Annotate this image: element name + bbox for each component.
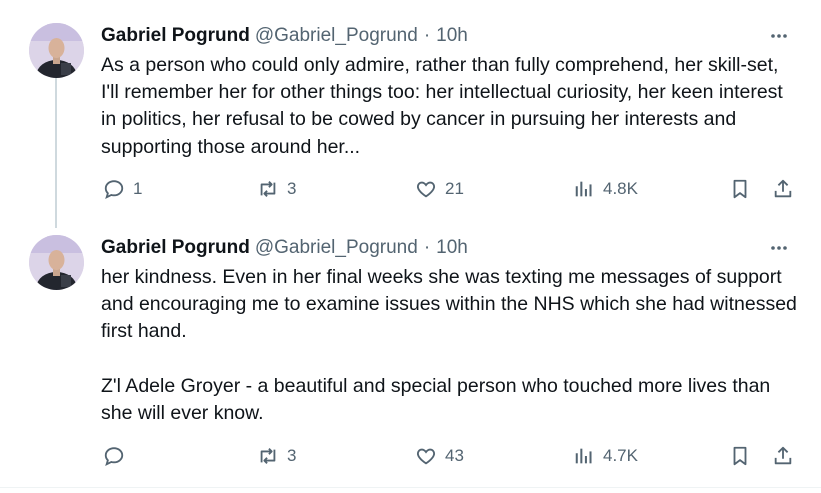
- timestamp[interactable]: 10h: [436, 25, 468, 47]
- tweet[interactable]: Gabriel Pogrund @Gabriel_Pogrund · 10h A…: [0, 0, 821, 228]
- share-icon: [774, 446, 792, 465]
- like-count: 43: [445, 446, 464, 465]
- tweet-header: Gabriel Pogrund @Gabriel_Pogrund · 10h: [101, 23, 468, 49]
- timestamp[interactable]: 10h: [436, 237, 468, 259]
- bookmark-icon: [733, 446, 747, 466]
- repost-button[interactable]: 3: [257, 441, 296, 471]
- views-count: 4.7K: [603, 446, 638, 465]
- author-handle[interactable]: @Gabriel_Pogrund: [255, 25, 418, 47]
- repost-button[interactable]: 3: [257, 174, 296, 204]
- bookmark-button[interactable]: [729, 441, 751, 471]
- tweet-text: As a person who could only admire, rathe…: [101, 54, 783, 158]
- repost-icon: [260, 181, 276, 197]
- repost-count: 3: [287, 179, 297, 198]
- reply-button[interactable]: 1: [103, 174, 142, 204]
- more-icon[interactable]: [767, 236, 791, 260]
- views-button[interactable]: 4.7K: [573, 441, 638, 471]
- author-name[interactable]: Gabriel Pogrund: [101, 237, 250, 259]
- author-name[interactable]: Gabriel Pogrund: [101, 25, 250, 47]
- reply-count: 1: [133, 179, 143, 198]
- avatar[interactable]: [29, 235, 84, 290]
- bookmark-button[interactable]: [729, 174, 751, 204]
- separator: ·: [423, 25, 431, 46]
- action-bar: 3 43 4.7K: [0, 441, 821, 471]
- share-icon: [774, 179, 792, 198]
- views-button[interactable]: 4.8K: [573, 174, 638, 204]
- author-handle[interactable]: @Gabriel_Pogrund: [255, 237, 418, 259]
- share-button[interactable]: [772, 441, 794, 471]
- like-button[interactable]: 43: [415, 441, 464, 471]
- reply-button[interactable]: [103, 441, 133, 471]
- tweet-header: Gabriel Pogrund @Gabriel_Pogrund · 10h: [101, 235, 468, 261]
- action-bar: 1 3 21 4.8K: [0, 174, 821, 204]
- tweet-divider: [0, 487, 821, 488]
- tweet[interactable]: Gabriel Pogrund @Gabriel_Pogrund · 10h h…: [0, 222, 821, 488]
- views-icon: [575, 448, 592, 464]
- like-count: 21: [445, 179, 464, 198]
- more-icon[interactable]: [767, 24, 791, 48]
- repost-icon: [260, 448, 276, 464]
- repost-count: 3: [287, 446, 297, 465]
- views-icon: [575, 181, 592, 197]
- thread-connector: [55, 78, 57, 228]
- tweet-text: her kindness. Even in her final weeks sh…: [101, 266, 797, 425]
- like-icon: [416, 181, 436, 198]
- like-button[interactable]: 21: [415, 174, 464, 204]
- like-icon: [416, 448, 436, 465]
- share-button[interactable]: [772, 174, 794, 204]
- views-count: 4.8K: [603, 179, 638, 198]
- reply-icon: [104, 447, 124, 466]
- bookmark-icon: [733, 179, 747, 199]
- reply-icon: [104, 180, 124, 199]
- avatar[interactable]: [29, 23, 84, 78]
- separator: ·: [423, 237, 431, 258]
